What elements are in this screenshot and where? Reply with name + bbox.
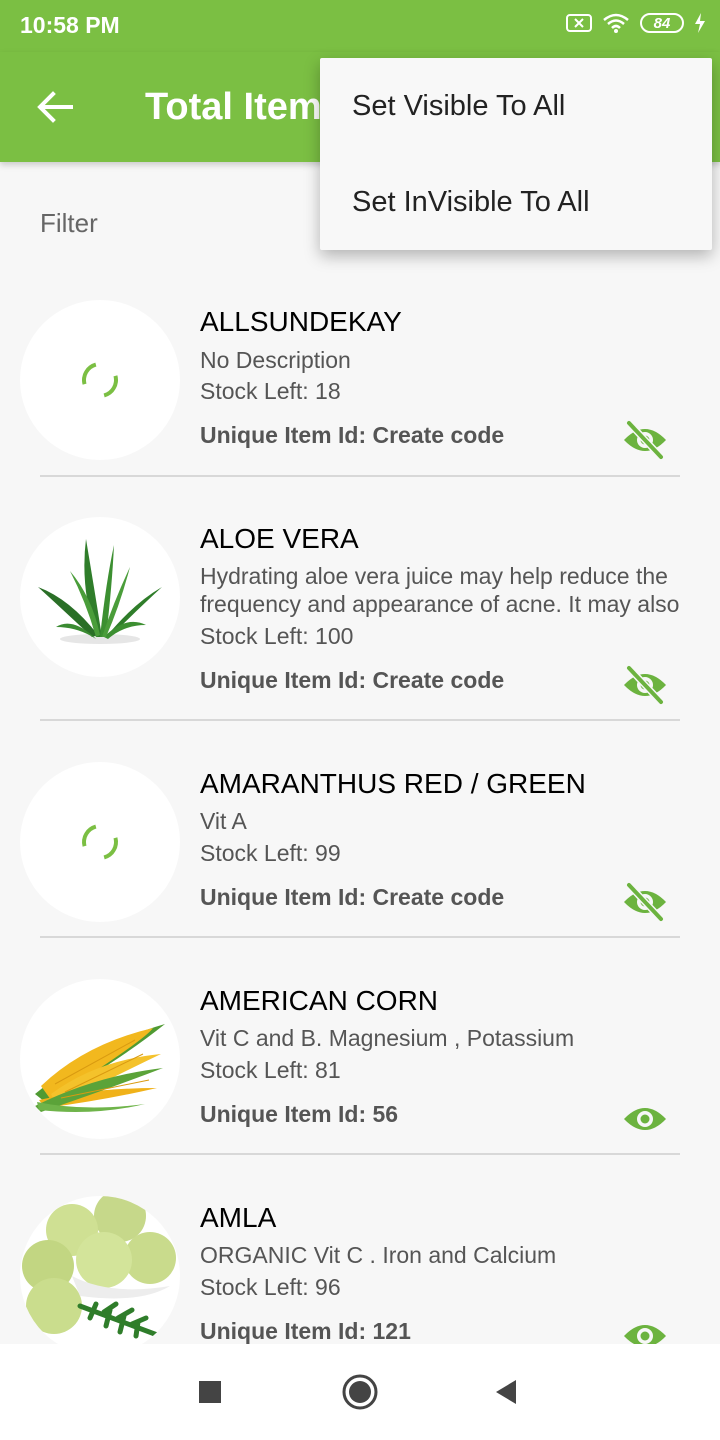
charging-icon	[695, 13, 705, 33]
item-unique-id: Unique Item Id: Create code	[200, 422, 505, 448]
item-stock: Stock Left: 100	[200, 623, 354, 649]
arrow-back-icon	[37, 91, 73, 123]
item-image	[20, 517, 180, 677]
item-description: Hydrating aloe vera juice may help reduc…	[200, 563, 680, 617]
item-unique-id: Unique Item Id: Create code	[200, 667, 505, 693]
amla-image	[22, 1196, 176, 1339]
system-back-button[interactable]	[486, 1372, 526, 1412]
loading-spinner-icon	[75, 817, 125, 867]
item-description: Vit A	[200, 808, 247, 834]
item-description: No Description	[200, 347, 351, 373]
filter-input[interactable]: Filter	[40, 208, 98, 239]
visibility-toggle[interactable]	[620, 1099, 670, 1139]
page-title: Total Item	[145, 86, 322, 128]
recents-button[interactable]	[190, 1372, 230, 1412]
item-stock: Stock Left: 81	[200, 1057, 341, 1083]
status-bar: 10:58 PM 84	[0, 0, 720, 52]
divider	[40, 719, 680, 721]
eye-icon	[624, 1108, 666, 1130]
item-unique-id: Unique Item Id: 121	[200, 1318, 411, 1344]
square-icon	[199, 1381, 221, 1403]
sim-error-icon	[566, 14, 592, 32]
item-unique-id: Unique Item Id: Create code	[200, 884, 505, 910]
item-description: Vit C and B. Magnesium , Potassium	[200, 1025, 575, 1051]
corn-image	[35, 1024, 165, 1112]
loading-spinner-icon	[75, 355, 125, 405]
wifi-icon	[603, 13, 629, 33]
item-image	[20, 1196, 180, 1356]
aloe-vera-image	[38, 539, 162, 644]
item-image	[20, 979, 180, 1139]
item-stock: Stock Left: 96	[200, 1274, 341, 1300]
home-button[interactable]	[340, 1372, 380, 1412]
item-name: AMLA	[200, 1202, 277, 1233]
eye-off-icon	[624, 420, 666, 460]
item-name: ALLSUNDEKAY	[200, 306, 402, 337]
item-unique-id: Unique Item Id: 56	[200, 1101, 399, 1127]
overflow-menu: Set Visible To All Set InVisible To All	[320, 58, 712, 250]
circle-icon	[342, 1374, 378, 1410]
item-image	[20, 300, 180, 460]
menu-item-set-invisible-all[interactable]: Set InVisible To All	[320, 154, 712, 250]
battery-indicator: 84	[640, 13, 684, 33]
divider	[40, 475, 680, 477]
visibility-toggle[interactable]	[620, 420, 670, 460]
status-icons: 84	[566, 12, 706, 34]
eye-off-icon	[624, 665, 666, 705]
back-button[interactable]	[30, 84, 80, 130]
item-image	[20, 762, 180, 922]
eye-off-icon	[624, 882, 666, 922]
visibility-toggle[interactable]	[620, 665, 670, 705]
visibility-toggle[interactable]	[620, 882, 670, 922]
item-name: AMARANTHUS RED / GREEN	[200, 768, 586, 799]
triangle-back-icon	[496, 1380, 516, 1404]
divider	[40, 936, 680, 938]
menu-item-set-visible-all[interactable]: Set Visible To All	[320, 58, 712, 154]
item-stock: Stock Left: 99	[200, 840, 341, 866]
item-stock: Stock Left: 18	[200, 378, 341, 404]
divider	[40, 1153, 680, 1155]
item-description: ORGANIC Vit C . Iron and Calcium	[200, 1242, 557, 1268]
item-name: AMERICAN CORN	[200, 985, 439, 1016]
item-name: ALOE VERA	[200, 523, 359, 554]
system-nav-bar	[0, 1344, 720, 1440]
status-time: 10:58 PM	[20, 12, 120, 38]
